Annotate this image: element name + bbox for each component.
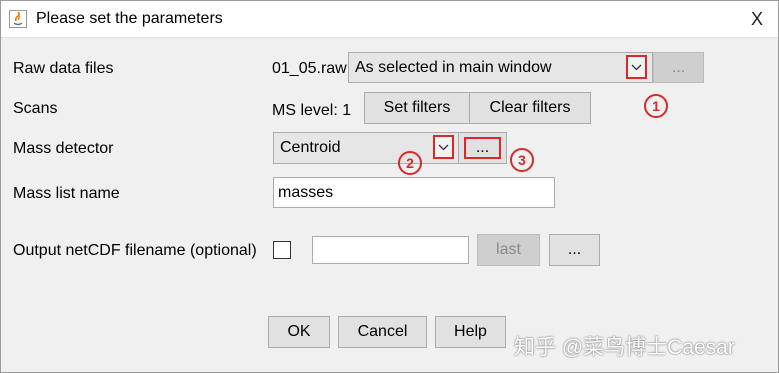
parameters-dialog: Please set the parameters X Raw data fil…: [0, 0, 779, 373]
java-icon: [9, 10, 27, 28]
last-button[interactable]: last: [477, 234, 540, 266]
mass-detector-dropdown[interactable]: Centroid: [273, 132, 459, 164]
cancel-button[interactable]: Cancel: [338, 316, 427, 348]
mass-list-name-input[interactable]: [273, 177, 555, 208]
help-button[interactable]: Help: [435, 316, 506, 348]
annotation-marker-1: 1: [644, 94, 668, 118]
mass-detector-label: Mass detector: [13, 140, 114, 157]
set-filters-button[interactable]: Set filters: [364, 92, 470, 124]
annotation-marker-3: 3: [510, 148, 534, 172]
raw-file-name: 01_05.raw: [272, 60, 347, 77]
chevron-down-icon: [631, 64, 642, 70]
raw-data-selection-value: As selected in main window: [355, 59, 552, 76]
raw-data-selection-dropdown[interactable]: As selected in main window: [348, 52, 653, 83]
clear-filters-button[interactable]: Clear filters: [469, 92, 591, 124]
output-filename-input[interactable]: [312, 236, 469, 264]
chevron-down-icon: [438, 144, 449, 150]
raw-data-files-label: Raw data files: [13, 60, 114, 77]
ms-level-text: MS level: 1: [272, 102, 352, 119]
raw-data-more-button[interactable]: ...: [653, 52, 704, 83]
annotation-marker-2: 2: [398, 151, 422, 175]
mass-list-name-label: Mass list name: [13, 185, 120, 202]
output-netcdf-label: Output netCDF filename (optional): [13, 242, 257, 259]
mass-detector-settings-button[interactable]: ...: [458, 132, 507, 164]
close-icon[interactable]: X: [745, 7, 769, 31]
output-browse-button[interactable]: ...: [549, 234, 600, 266]
ok-button[interactable]: OK: [268, 316, 330, 348]
annotation-highlight-3: [464, 137, 501, 159]
scans-label: Scans: [13, 100, 58, 117]
watermark-text: 知乎 @菜鸟博士Caesar: [514, 336, 735, 359]
title-bar: Please set the parameters X: [1, 1, 778, 38]
mass-detector-dropdown-arrow[interactable]: [433, 135, 454, 159]
window-title: Please set the parameters: [36, 10, 223, 27]
raw-data-dropdown-arrow[interactable]: [626, 55, 647, 79]
mass-detector-value: Centroid: [280, 139, 341, 156]
output-netcdf-checkbox[interactable]: [273, 241, 291, 259]
